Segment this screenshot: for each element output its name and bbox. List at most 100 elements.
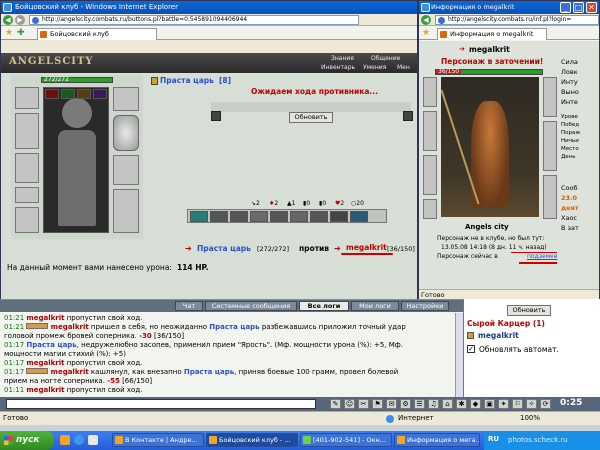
minimize-button[interactable]: _: [560, 2, 571, 13]
player-name[interactable]: Праста царь: [160, 76, 214, 85]
tab-chat[interactable]: Чат: [175, 301, 203, 311]
taskbar-button-1[interactable]: В Контакте | Андре...: [112, 433, 204, 447]
tool-icon-6[interactable]: ⚙: [400, 399, 411, 409]
quicklaunch-icon-2[interactable]: [74, 435, 84, 445]
close-button[interactable]: ✕: [586, 2, 597, 13]
stats-column-2: Урове Побед Пораж Ничьи Место День: [561, 113, 599, 161]
item-belt: [187, 209, 387, 223]
tool-icon-11[interactable]: ◆: [470, 399, 481, 409]
belt-slot[interactable]: [15, 187, 39, 203]
forward-icon[interactable]: ▶: [15, 15, 25, 25]
tool-icon-15[interactable]: ✧: [526, 399, 537, 409]
language-indicator[interactable]: RU: [488, 435, 499, 443]
gloves-slot[interactable]: [113, 87, 139, 111]
armor-slot[interactable]: [15, 153, 39, 183]
ring-slot-1[interactable]: [45, 89, 59, 99]
ring-slot-2[interactable]: [61, 89, 75, 99]
location-link[interactable]: подземке: [527, 253, 557, 260]
url-input[interactable]: http://angelscity.combats.ru/buttons.pl?…: [29, 15, 359, 25]
bracer-slot[interactable]: [113, 155, 139, 185]
boots-slot[interactable]: [15, 207, 39, 233]
tool-icon-8[interactable]: ♫: [428, 399, 439, 409]
belt-item-3[interactable]: [230, 211, 248, 222]
info-titlebar[interactable]: Информация о megalkrit _ □ ✕: [419, 1, 599, 14]
tool-icon-16[interactable]: ⟳: [540, 399, 551, 409]
tool-icon-7[interactable]: ☰: [414, 399, 425, 409]
player-hp-bar: 272/272: [41, 76, 113, 83]
start-button[interactable]: пуск: [0, 431, 54, 450]
tool-icon-5[interactable]: ✉: [386, 399, 397, 409]
tool-icon-1[interactable]: ✎: [330, 399, 341, 409]
tab-info[interactable]: Информация о megalkrit: [437, 28, 547, 40]
info-favorites-icon[interactable]: ★: [422, 28, 430, 38]
helmet-slot[interactable]: [15, 87, 39, 109]
header-menu-item-1[interactable]: Общение: [371, 55, 400, 62]
player-info-icon[interactable]: [151, 77, 158, 85]
main-titlebar[interactable]: Бойцовский клуб - Windows Internet Explo…: [1, 1, 417, 14]
player-level: [8]: [219, 76, 232, 85]
page-icon: [32, 17, 39, 24]
tab-all-logs[interactable]: Все логи: [299, 301, 349, 311]
tool-icon-13[interactable]: ✦: [498, 399, 509, 409]
room-refresh-button[interactable]: Обновить: [507, 305, 551, 316]
belt-item-1[interactable]: [190, 211, 208, 222]
side-text-2: деят: [561, 204, 579, 212]
belt-item-2[interactable]: [210, 211, 228, 222]
quicklaunch-icon-3[interactable]: [88, 435, 98, 445]
belt-item-8[interactable]: [330, 211, 348, 222]
refresh-button[interactable]: Обновить: [289, 112, 333, 123]
info-city: Angels city: [465, 223, 509, 231]
vs-player-hp: [272/272]: [257, 245, 290, 253]
vs-player-name[interactable]: Праста царь: [197, 244, 251, 253]
start-label: пуск: [16, 435, 40, 445]
info-back-icon[interactable]: ◀: [421, 15, 431, 25]
back-icon[interactable]: ◀: [3, 15, 13, 25]
tool-icon-14[interactable]: ⚐: [512, 399, 523, 409]
belt-item-4[interactable]: [250, 211, 268, 222]
tab-main[interactable]: Бойцовский клуб: [37, 28, 157, 40]
auto-refresh-checkbox[interactable]: ✓: [467, 345, 475, 353]
weapon-slot[interactable]: [15, 113, 39, 149]
log-scrollbar[interactable]: [455, 313, 463, 398]
add-favorites-icon[interactable]: ✚: [17, 28, 25, 38]
taskbar-button-4[interactable]: Информация о мега...: [394, 433, 480, 447]
status-zoom[interactable]: 100%: [520, 412, 540, 425]
header-menu-item-0[interactable]: Знания: [331, 55, 354, 62]
ring-slot-4[interactable]: [93, 89, 107, 99]
shield-slot[interactable]: [113, 115, 139, 151]
opponent-name[interactable]: megalkrit: [346, 243, 387, 252]
header-menu-item-2[interactable]: Инвентарь: [321, 64, 355, 71]
left-action-icon[interactable]: [211, 111, 221, 121]
right-action-icon[interactable]: [403, 111, 413, 121]
quicklaunch-icon-1[interactable]: [60, 435, 70, 445]
stat2-label-4: Место: [561, 146, 579, 152]
ring-slot-3[interactable]: [77, 89, 91, 99]
tool-icon-4[interactable]: ⚑: [372, 399, 383, 409]
belt-item-6[interactable]: [290, 211, 308, 222]
taskbar-button-3[interactable]: [401-902-541] - Окн...: [300, 433, 392, 447]
room-user-icon[interactable]: [467, 332, 474, 339]
main-window-title: Бойцовский клуб - Windows Internet Explo…: [15, 3, 178, 11]
tool-icon-10[interactable]: ✱: [456, 399, 467, 409]
tab-my-logs[interactable]: Мои логи: [351, 301, 399, 311]
favorites-star-icon[interactable]: ★: [5, 28, 13, 38]
belt-item-5[interactable]: [270, 211, 288, 222]
tab-settings[interactable]: Настройки: [401, 301, 449, 311]
tool-icon-3[interactable]: ✂: [358, 399, 369, 409]
chat-input[interactable]: [6, 399, 316, 409]
info-url-input[interactable]: http://angelscity.combats.ru/inf.pl?logi…: [435, 15, 599, 25]
belt-item-7[interactable]: [310, 211, 328, 222]
avatar-frame: [43, 87, 109, 233]
taskbar-button-2[interactable]: Бойцовский клуб - ...: [206, 433, 298, 447]
header-menu-item-3[interactable]: Умения: [363, 64, 386, 71]
tool-icon-12[interactable]: ▣: [484, 399, 495, 409]
amulet-slot[interactable]: [113, 189, 139, 233]
header-menu-item-4[interactable]: Мен: [397, 64, 410, 71]
tool-icon-2[interactable]: ☺: [344, 399, 355, 409]
maximize-button[interactable]: □: [573, 2, 584, 13]
belt-item-9[interactable]: [350, 211, 368, 222]
tool-icon-9[interactable]: ⌂: [442, 399, 453, 409]
room-user-name[interactable]: megalkrit: [478, 331, 519, 340]
tab-system-messages[interactable]: Системные сообщения: [205, 301, 297, 311]
game-header: ANGELSCITY Знания Общение Инвентарь Умен…: [1, 53, 417, 73]
